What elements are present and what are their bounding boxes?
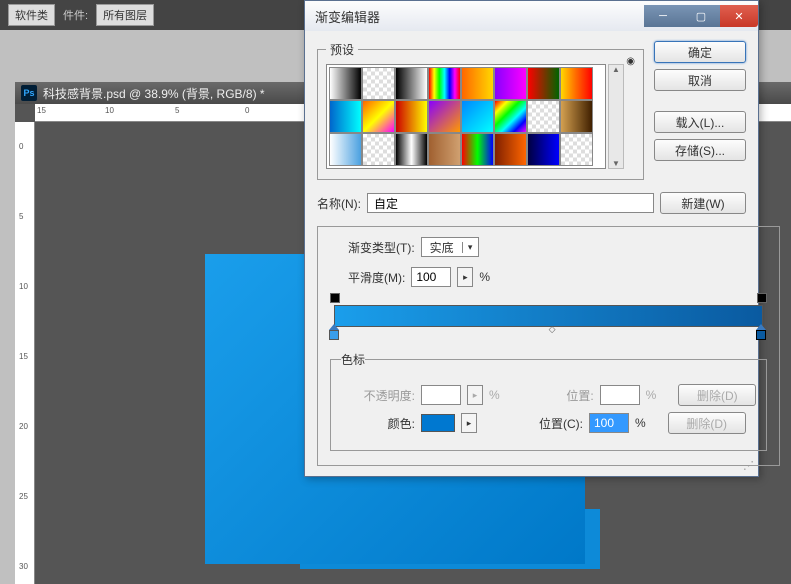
preset-swatch[interactable] bbox=[560, 67, 593, 100]
preset-swatch[interactable] bbox=[362, 67, 395, 100]
ok-button[interactable]: 确定 bbox=[654, 41, 746, 63]
preset-scrollbar[interactable]: ▲▼ bbox=[608, 64, 624, 169]
color-picker-arrow[interactable]: ▸ bbox=[461, 413, 477, 433]
preset-swatch[interactable] bbox=[494, 100, 527, 133]
preset-swatch[interactable] bbox=[329, 133, 362, 166]
preset-swatch[interactable] bbox=[461, 100, 494, 133]
minimize-button[interactable]: ─ bbox=[644, 5, 682, 27]
gradient-settings: 渐变类型(T): 实底▾ 平滑度(M): ▸ % ◇ 色标 bbox=[317, 226, 780, 466]
presets-fieldset: 预设 ▲▼ ◉ bbox=[317, 41, 644, 180]
new-button[interactable]: 新建(W) bbox=[660, 192, 746, 214]
toolbar-label: 件件: bbox=[63, 7, 88, 23]
opacity-spinner: ▸ bbox=[467, 385, 483, 405]
dialog-titlebar[interactable]: 渐变编辑器 ─ ▢ ✕ bbox=[305, 1, 758, 31]
delete-color-button: 删除(D) bbox=[668, 412, 746, 434]
preset-swatch[interactable] bbox=[428, 67, 461, 100]
resize-grip-icon[interactable]: ⋰ bbox=[743, 459, 754, 472]
preset-swatch[interactable] bbox=[329, 100, 362, 133]
preset-swatch[interactable] bbox=[461, 67, 494, 100]
smoothness-label: 平滑度(M): bbox=[348, 269, 405, 286]
color-label: 颜色: bbox=[359, 415, 415, 432]
color-swatch[interactable] bbox=[421, 414, 455, 432]
toolbar-item[interactable]: 软件类 bbox=[8, 4, 55, 26]
preset-swatch[interactable] bbox=[560, 100, 593, 133]
preset-swatch[interactable] bbox=[428, 100, 461, 133]
delete-opacity-button: 删除(D) bbox=[678, 384, 756, 406]
preset-swatch[interactable] bbox=[560, 133, 593, 166]
percent-label: % bbox=[479, 270, 490, 284]
position1-label: 位置: bbox=[538, 387, 594, 404]
preset-swatch[interactable] bbox=[461, 133, 494, 166]
opacity-label: 不透明度: bbox=[359, 387, 415, 404]
app-icon: Ps bbox=[21, 85, 37, 101]
name-input[interactable] bbox=[367, 193, 654, 213]
position1-input bbox=[600, 385, 640, 405]
opacity-stop-left[interactable] bbox=[330, 293, 340, 303]
gradient-type-label: 渐变类型(T): bbox=[348, 239, 415, 256]
gradient-bar[interactable]: ◇ bbox=[334, 305, 763, 327]
preset-swatch[interactable] bbox=[329, 67, 362, 100]
preset-swatch[interactable] bbox=[494, 67, 527, 100]
preset-options-icon[interactable]: ◉ bbox=[626, 56, 635, 67]
preset-swatch[interactable] bbox=[362, 100, 395, 133]
save-button[interactable]: 存储(S)... bbox=[654, 139, 746, 161]
preset-swatch[interactable] bbox=[395, 133, 428, 166]
load-button[interactable]: 载入(L)... bbox=[654, 111, 746, 133]
smoothness-spinner[interactable]: ▸ bbox=[457, 267, 473, 287]
color-stop-left[interactable] bbox=[329, 329, 341, 341]
preset-grid[interactable] bbox=[326, 64, 606, 169]
close-button[interactable]: ✕ bbox=[720, 5, 758, 27]
position2-label: 位置(C): bbox=[527, 415, 583, 432]
preset-swatch[interactable] bbox=[362, 133, 395, 166]
preset-swatch[interactable] bbox=[395, 67, 428, 100]
preset-swatch[interactable] bbox=[395, 100, 428, 133]
ruler-vertical: 0 5 10 15 20 25 30 bbox=[15, 122, 35, 584]
name-label: 名称(N): bbox=[317, 195, 361, 212]
preset-swatch[interactable] bbox=[428, 133, 461, 166]
presets-label: 预设 bbox=[326, 41, 358, 58]
preset-swatch[interactable] bbox=[494, 133, 527, 166]
preset-swatch[interactable] bbox=[527, 100, 560, 133]
gradient-type-dropdown[interactable]: 实底▾ bbox=[421, 237, 479, 257]
document-title: 科技感背景.psd @ 38.9% (背景, RGB/8) * bbox=[43, 85, 265, 102]
preset-swatch[interactable] bbox=[527, 133, 560, 166]
stops-label: 色标 bbox=[341, 351, 365, 368]
color-stop-right[interactable] bbox=[756, 329, 768, 341]
cancel-button[interactable]: 取消 bbox=[654, 69, 746, 91]
stops-fieldset: 色标 不透明度: ▸ % 位置: % 删除(D) 颜色: ▸ bbox=[330, 351, 767, 451]
opacity-input bbox=[421, 385, 461, 405]
opacity-stop-right[interactable] bbox=[757, 293, 767, 303]
maximize-button[interactable]: ▢ bbox=[682, 5, 720, 27]
smoothness-input[interactable] bbox=[411, 267, 451, 287]
midpoint-icon[interactable]: ◇ bbox=[549, 324, 556, 335]
position2-input[interactable] bbox=[589, 413, 629, 433]
dialog-title: 渐变编辑器 bbox=[315, 7, 380, 26]
preset-swatch[interactable] bbox=[527, 67, 560, 100]
toolbar-item[interactable]: 所有图层 bbox=[96, 4, 154, 26]
gradient-editor-dialog: 渐变编辑器 ─ ▢ ✕ 预设 ▲▼ ◉ 确定 取消 载入(L)... 存储(S)… bbox=[304, 0, 759, 477]
